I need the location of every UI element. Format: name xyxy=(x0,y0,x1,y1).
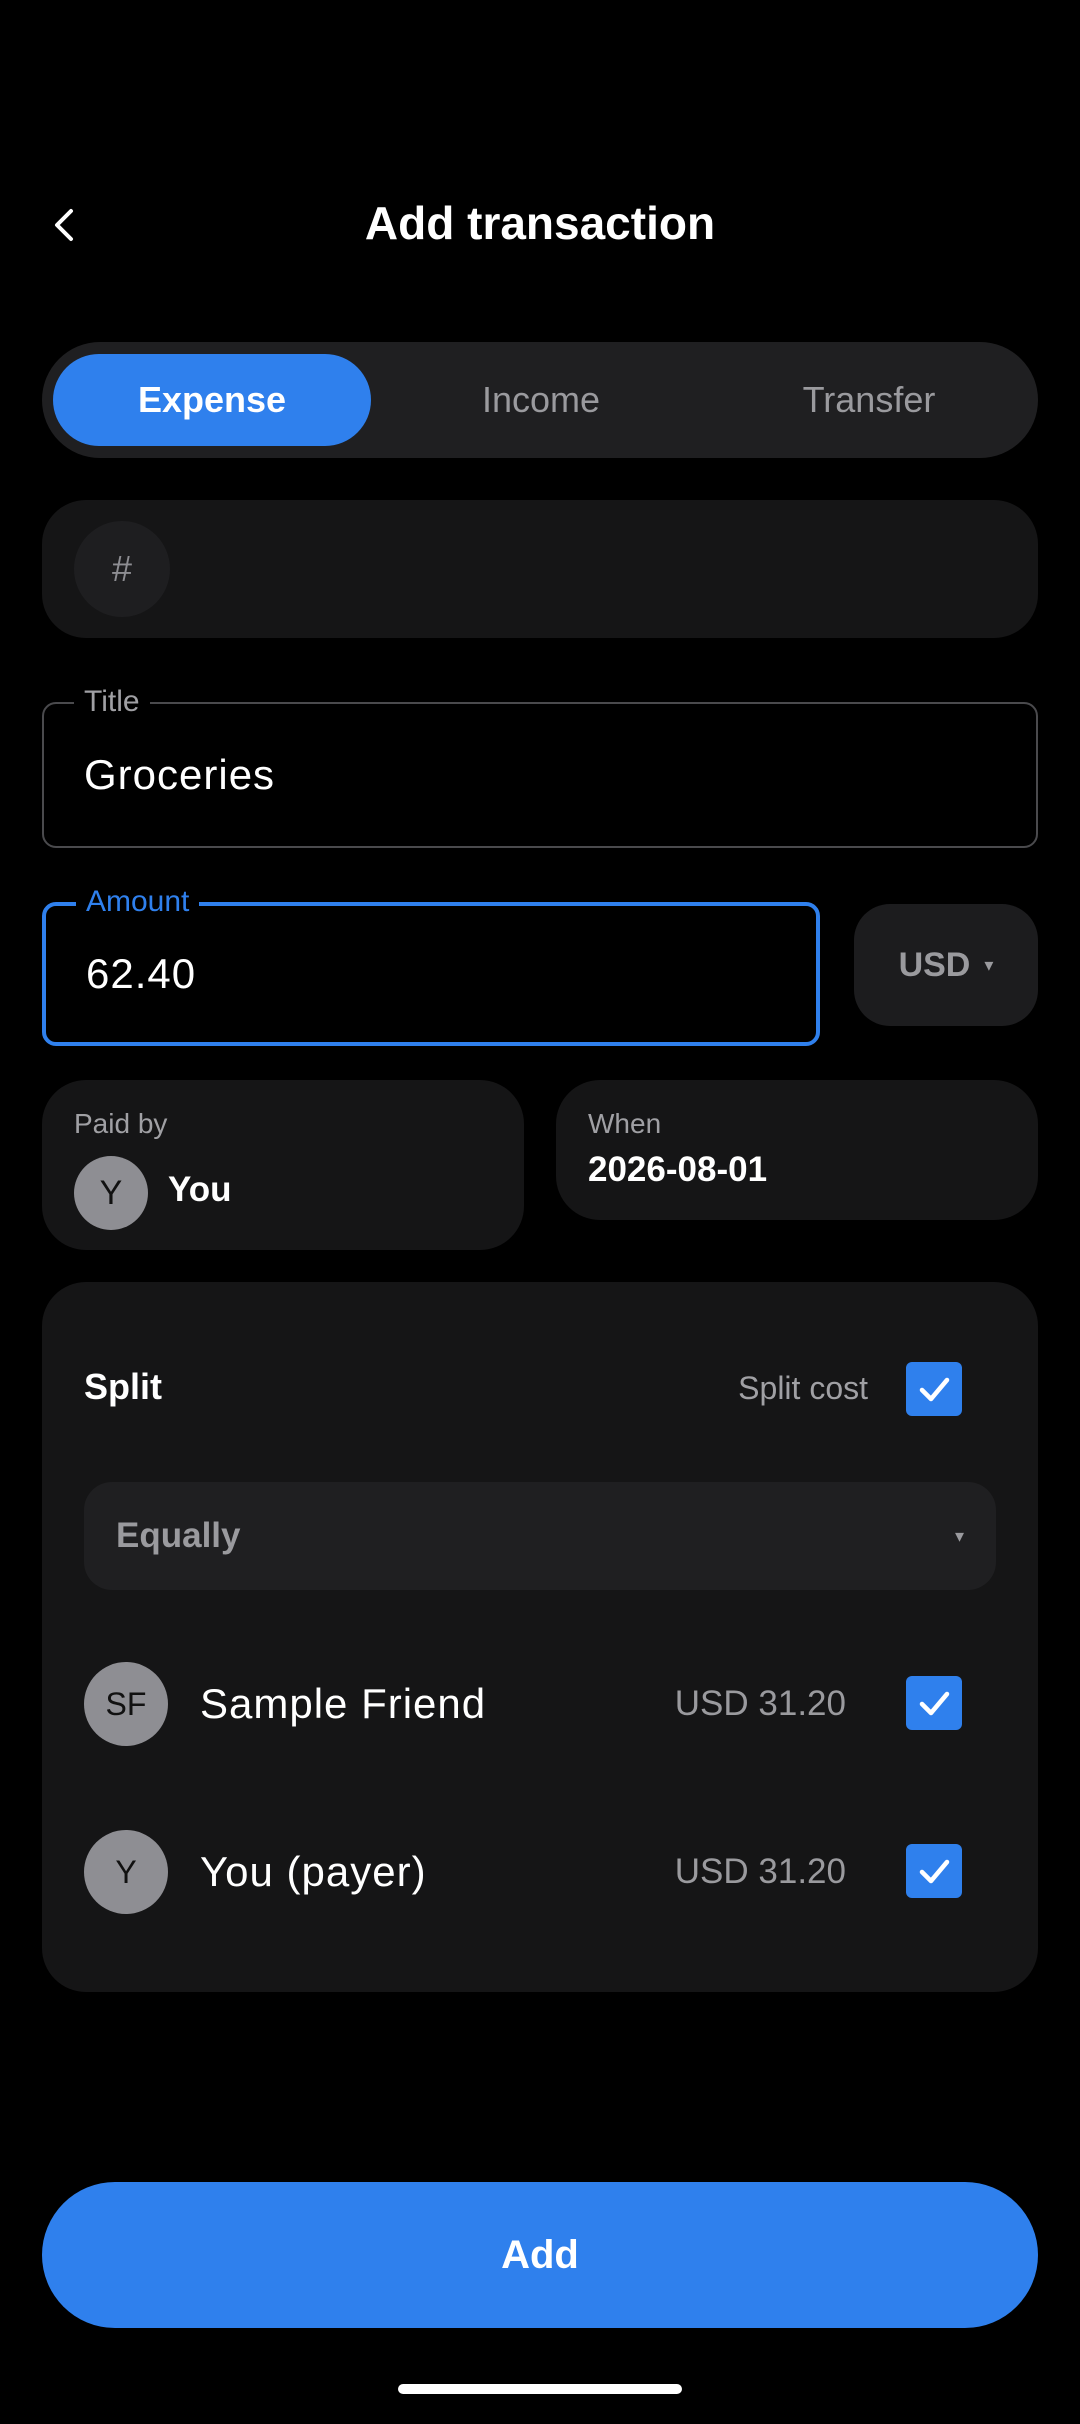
check-icon xyxy=(919,1691,950,1716)
category-selector[interactable]: # xyxy=(42,500,1038,638)
tab-transfer[interactable]: Transfer xyxy=(710,354,1028,446)
member-checkbox[interactable] xyxy=(906,1844,962,1898)
currency-value: USD xyxy=(898,945,971,984)
amount-field-value[interactable]: 62.40 xyxy=(86,906,196,1042)
when-label: When xyxy=(588,1108,662,1139)
check-icon xyxy=(919,1377,950,1402)
avatar: Y xyxy=(84,1830,168,1914)
list-item: SF Sample Friend USD 31.20 xyxy=(42,1662,1038,1746)
paid-by-selector[interactable]: Paid by Y You xyxy=(42,1080,524,1250)
page-title: Add transaction xyxy=(364,197,716,249)
date-value: 2026-08-01 xyxy=(588,1150,768,1189)
split-title: Split xyxy=(84,1366,162,1407)
header: Add transaction xyxy=(0,150,1080,300)
avatar: Y xyxy=(74,1156,148,1230)
date-selector[interactable]: When 2026-08-01 xyxy=(556,1080,1038,1220)
transaction-type-segmented-control: Expense Income Transfer xyxy=(42,342,1038,458)
list-item: Y You (payer) USD 31.20 xyxy=(42,1830,1038,1914)
tab-income[interactable]: Income xyxy=(382,354,700,446)
member-checkbox[interactable] xyxy=(906,1676,962,1730)
tab-expense[interactable]: Expense xyxy=(53,354,371,446)
member-name: Sample Friend xyxy=(200,1680,487,1727)
member-amount: USD 31.20 xyxy=(674,1684,846,1723)
split-method-dropdown[interactable]: Equally ▾ xyxy=(84,1482,996,1590)
currency-dropdown[interactable]: USD ▾ xyxy=(854,904,1038,1026)
paid-by-label: Paid by xyxy=(74,1108,168,1139)
title-field[interactable]: Title Groceries xyxy=(42,682,1038,848)
member-name: You (payer) xyxy=(200,1848,427,1895)
split-cost-checkbox[interactable] xyxy=(906,1362,962,1416)
caret-down-icon: ▾ xyxy=(954,1525,964,1546)
split-cost-label: Split cost xyxy=(738,1370,868,1406)
title-field-value[interactable]: Groceries xyxy=(84,704,275,846)
member-amount: USD 31.20 xyxy=(674,1852,846,1891)
paid-by-name: You xyxy=(168,1170,232,1209)
split-section: Split Split cost Equally ▾ SF Sample Fri… xyxy=(42,1282,1038,1992)
add-button[interactable]: Add xyxy=(42,2182,1038,2328)
check-icon xyxy=(919,1859,950,1884)
amount-field[interactable]: Amount 62.40 xyxy=(42,882,820,1046)
split-method-value: Equally xyxy=(116,1516,241,1555)
caret-down-icon: ▾ xyxy=(984,954,994,975)
hash-icon: # xyxy=(74,521,170,617)
avatar: SF xyxy=(84,1662,168,1746)
home-indicator[interactable] xyxy=(398,2384,682,2394)
